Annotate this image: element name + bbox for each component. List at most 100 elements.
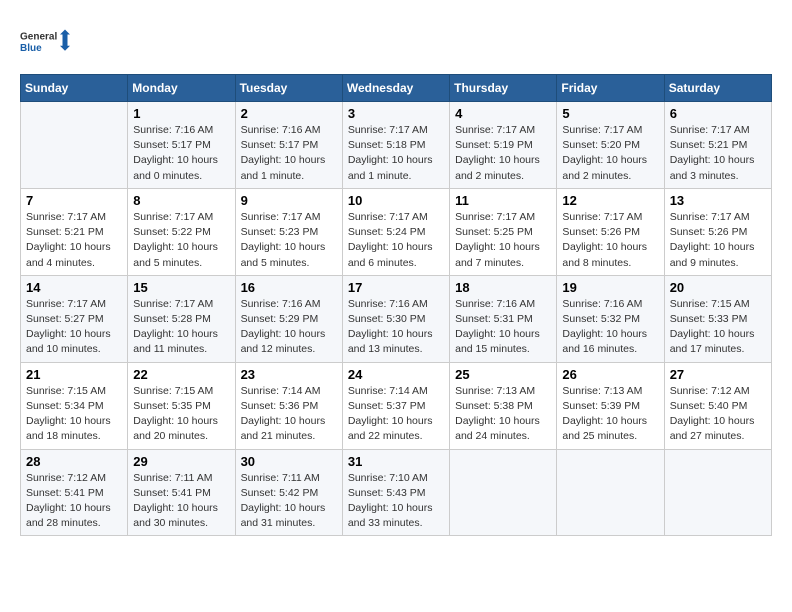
calendar-cell: 12 Sunrise: 7:17 AMSunset: 5:26 PMDayligh… xyxy=(557,188,664,275)
calendar-cell: 27 Sunrise: 7:12 AMSunset: 5:40 PMDayligh… xyxy=(664,362,771,449)
calendar-cell xyxy=(450,449,557,536)
day-info: Sunrise: 7:17 AMSunset: 5:19 PMDaylight:… xyxy=(455,123,551,184)
calendar-cell: 30Sunrise: 7:11 AMSunset: 5:42 PMDayligh… xyxy=(235,449,342,536)
day-number: 27 xyxy=(670,367,766,382)
day-of-week-header: Sunday xyxy=(21,75,128,102)
calendar-cell: 16 Sunrise: 7:16 AMSunset: 5:29 PMDayligh… xyxy=(235,275,342,362)
calendar-cell: 10Sunrise: 7:17 AMSunset: 5:24 PMDayligh… xyxy=(342,188,449,275)
day-number: 7 xyxy=(26,193,122,208)
logo: General Blue xyxy=(20,20,70,64)
day-number: 8 xyxy=(133,193,229,208)
calendar-cell xyxy=(664,449,771,536)
day-info: Sunrise: 7:15 AMSunset: 5:34 PMDaylight:… xyxy=(26,384,122,445)
day-number: 17 xyxy=(348,280,444,295)
day-info: Sunrise: 7:16 AMSunset: 5:17 PMDaylight:… xyxy=(241,123,337,184)
day-info: Sunrise: 7:17 AMSunset: 5:18 PMDaylight:… xyxy=(348,123,444,184)
day-of-week-header: Tuesday xyxy=(235,75,342,102)
day-number: 5 xyxy=(562,106,658,121)
calendar-cell xyxy=(21,102,128,189)
calendar-cell: 28 Sunrise: 7:12 AMSunset: 5:41 PMDayligh… xyxy=(21,449,128,536)
day-info: Sunrise: 7:11 AMSunset: 5:41 PMDaylight:… xyxy=(133,471,229,532)
day-number: 26 xyxy=(562,367,658,382)
day-info: Sunrise: 7:12 AMSunset: 5:40 PMDaylight:… xyxy=(670,384,766,445)
calendar-cell: 18 Sunrise: 7:16 AMSunset: 5:31 PMDayligh… xyxy=(450,275,557,362)
calendar-cell: 1 Sunrise: 7:16 AMSunset: 5:17 PMDaylight… xyxy=(128,102,235,189)
day-number: 22 xyxy=(133,367,229,382)
day-of-week-header: Monday xyxy=(128,75,235,102)
day-info: Sunrise: 7:10 AMSunset: 5:43 PMDaylight:… xyxy=(348,471,444,532)
day-info: Sunrise: 7:14 AMSunset: 5:37 PMDaylight:… xyxy=(348,384,444,445)
day-info: Sunrise: 7:17 AMSunset: 5:21 PMDaylight:… xyxy=(670,123,766,184)
calendar-cell: 20 Sunrise: 7:15 AMSunset: 5:33 PMDayligh… xyxy=(664,275,771,362)
calendar-cell: 17 Sunrise: 7:16 AMSunset: 5:30 PMDayligh… xyxy=(342,275,449,362)
day-info: Sunrise: 7:17 AMSunset: 5:24 PMDaylight:… xyxy=(348,210,444,271)
day-info: Sunrise: 7:15 AMSunset: 5:35 PMDaylight:… xyxy=(133,384,229,445)
day-number: 24 xyxy=(348,367,444,382)
day-info: Sunrise: 7:17 AMSunset: 5:25 PMDaylight:… xyxy=(455,210,551,271)
day-info: Sunrise: 7:13 AMSunset: 5:39 PMDaylight:… xyxy=(562,384,658,445)
day-number: 18 xyxy=(455,280,551,295)
day-info: Sunrise: 7:16 AMSunset: 5:31 PMDaylight:… xyxy=(455,297,551,358)
calendar-cell: 3 Sunrise: 7:17 AMSunset: 5:18 PMDaylight… xyxy=(342,102,449,189)
day-of-week-header: Saturday xyxy=(664,75,771,102)
calendar-cell: 8 Sunrise: 7:17 AMSunset: 5:22 PMDaylight… xyxy=(128,188,235,275)
svg-text:Blue: Blue xyxy=(20,43,42,54)
calendar-table: SundayMondayTuesdayWednesdayThursdayFrid… xyxy=(20,74,772,536)
page-header: General Blue xyxy=(20,20,772,64)
calendar-cell: 15 Sunrise: 7:17 AMSunset: 5:28 PMDayligh… xyxy=(128,275,235,362)
calendar-cell: 14 Sunrise: 7:17 AMSunset: 5:27 PMDayligh… xyxy=(21,275,128,362)
day-number: 1 xyxy=(133,106,229,121)
day-number: 29 xyxy=(133,454,229,469)
day-number: 20 xyxy=(670,280,766,295)
day-info: Sunrise: 7:17 AMSunset: 5:28 PMDaylight:… xyxy=(133,297,229,358)
calendar-cell: 23Sunrise: 7:14 AMSunset: 5:36 PMDayligh… xyxy=(235,362,342,449)
day-number: 31 xyxy=(348,454,444,469)
calendar-cell: 22 Sunrise: 7:15 AMSunset: 5:35 PMDayligh… xyxy=(128,362,235,449)
svg-text:General: General xyxy=(20,32,57,43)
calendar-cell: 7 Sunrise: 7:17 AMSunset: 5:21 PMDaylight… xyxy=(21,188,128,275)
calendar-cell: 11 Sunrise: 7:17 AMSunset: 5:25 PMDayligh… xyxy=(450,188,557,275)
calendar-cell: 13 Sunrise: 7:17 AMSunset: 5:26 PMDayligh… xyxy=(664,188,771,275)
day-info: Sunrise: 7:17 AMSunset: 5:22 PMDaylight:… xyxy=(133,210,229,271)
calendar-cell: 21Sunrise: 7:15 AMSunset: 5:34 PMDayligh… xyxy=(21,362,128,449)
day-info: Sunrise: 7:15 AMSunset: 5:33 PMDaylight:… xyxy=(670,297,766,358)
calendar-cell: 24 Sunrise: 7:14 AMSunset: 5:37 PMDayligh… xyxy=(342,362,449,449)
calendar-cell: 31 Sunrise: 7:10 AMSunset: 5:43 PMDayligh… xyxy=(342,449,449,536)
day-of-week-header: Wednesday xyxy=(342,75,449,102)
day-number: 15 xyxy=(133,280,229,295)
day-number: 14 xyxy=(26,280,122,295)
day-info: Sunrise: 7:16 AMSunset: 5:32 PMDaylight:… xyxy=(562,297,658,358)
day-number: 9 xyxy=(241,193,337,208)
day-number: 28 xyxy=(26,454,122,469)
calendar-cell: 2Sunrise: 7:16 AMSunset: 5:17 PMDaylight… xyxy=(235,102,342,189)
calendar-cell xyxy=(557,449,664,536)
calendar-cell: 26 Sunrise: 7:13 AMSunset: 5:39 PMDayligh… xyxy=(557,362,664,449)
day-info: Sunrise: 7:12 AMSunset: 5:41 PMDaylight:… xyxy=(26,471,122,532)
day-info: Sunrise: 7:17 AMSunset: 5:26 PMDaylight:… xyxy=(670,210,766,271)
day-number: 3 xyxy=(348,106,444,121)
calendar-cell: 9Sunrise: 7:17 AMSunset: 5:23 PMDaylight… xyxy=(235,188,342,275)
day-number: 4 xyxy=(455,106,551,121)
day-number: 11 xyxy=(455,193,551,208)
day-info: Sunrise: 7:16 AMSunset: 5:29 PMDaylight:… xyxy=(241,297,337,358)
day-number: 30 xyxy=(241,454,337,469)
day-info: Sunrise: 7:16 AMSunset: 5:17 PMDaylight:… xyxy=(133,123,229,184)
day-info: Sunrise: 7:17 AMSunset: 5:20 PMDaylight:… xyxy=(562,123,658,184)
day-number: 19 xyxy=(562,280,658,295)
day-info: Sunrise: 7:16 AMSunset: 5:30 PMDaylight:… xyxy=(348,297,444,358)
calendar-cell: 6 Sunrise: 7:17 AMSunset: 5:21 PMDaylight… xyxy=(664,102,771,189)
day-info: Sunrise: 7:17 AMSunset: 5:27 PMDaylight:… xyxy=(26,297,122,358)
day-number: 25 xyxy=(455,367,551,382)
calendar-cell: 29 Sunrise: 7:11 AMSunset: 5:41 PMDayligh… xyxy=(128,449,235,536)
day-number: 16 xyxy=(241,280,337,295)
logo-svg: General Blue xyxy=(20,20,70,64)
day-number: 12 xyxy=(562,193,658,208)
day-info: Sunrise: 7:17 AMSunset: 5:26 PMDaylight:… xyxy=(562,210,658,271)
day-number: 13 xyxy=(670,193,766,208)
day-info: Sunrise: 7:14 AMSunset: 5:36 PMDaylight:… xyxy=(241,384,337,445)
day-number: 6 xyxy=(670,106,766,121)
day-info: Sunrise: 7:17 AMSunset: 5:21 PMDaylight:… xyxy=(26,210,122,271)
day-info: Sunrise: 7:13 AMSunset: 5:38 PMDaylight:… xyxy=(455,384,551,445)
day-of-week-header: Thursday xyxy=(450,75,557,102)
day-of-week-header: Friday xyxy=(557,75,664,102)
